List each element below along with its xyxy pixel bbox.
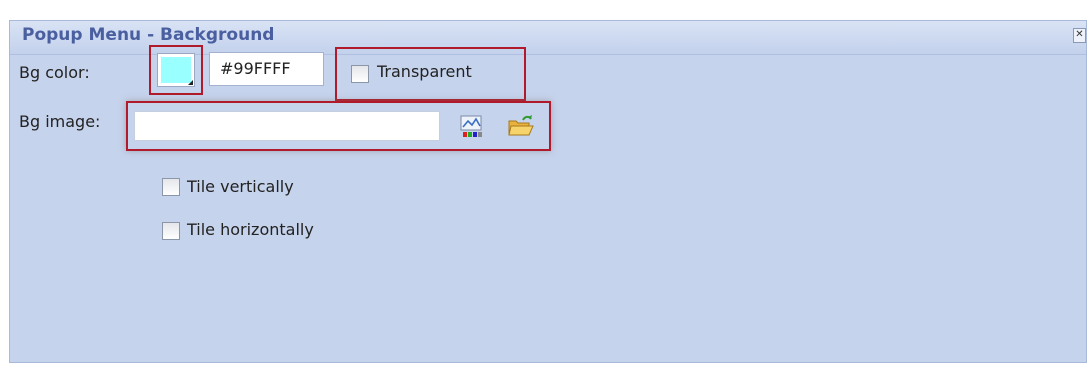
bg-color-highlight: [149, 45, 203, 95]
close-icon[interactable]: ✕: [1073, 28, 1086, 43]
color-swatch-button[interactable]: [157, 53, 195, 87]
bg-image-highlight: [126, 101, 551, 151]
tile-horizontally-label: Tile horizontally: [187, 220, 314, 239]
tile-vertically-label: Tile vertically: [187, 177, 294, 196]
panel-title: Popup Menu - Background: [22, 25, 275, 45]
tile-horizontally-checkbox[interactable]: [162, 222, 180, 240]
hex-color-input[interactable]: #99FFFF: [209, 52, 324, 86]
bg-image-input[interactable]: [134, 111, 440, 141]
bg-color-label: Bg color:: [19, 63, 90, 82]
bg-image-label: Bg image:: [19, 112, 101, 131]
transparent-checkbox[interactable]: [351, 65, 369, 83]
transparent-highlight: Transparent: [335, 47, 526, 101]
image-preview-icon[interactable]: [459, 114, 485, 138]
color-swatch-fill: [161, 57, 191, 83]
dropdown-arrow-icon: [188, 80, 193, 85]
tile-vertically-checkbox[interactable]: [162, 178, 180, 196]
transparent-label: Transparent: [377, 62, 472, 81]
open-folder-icon[interactable]: [507, 114, 534, 138]
